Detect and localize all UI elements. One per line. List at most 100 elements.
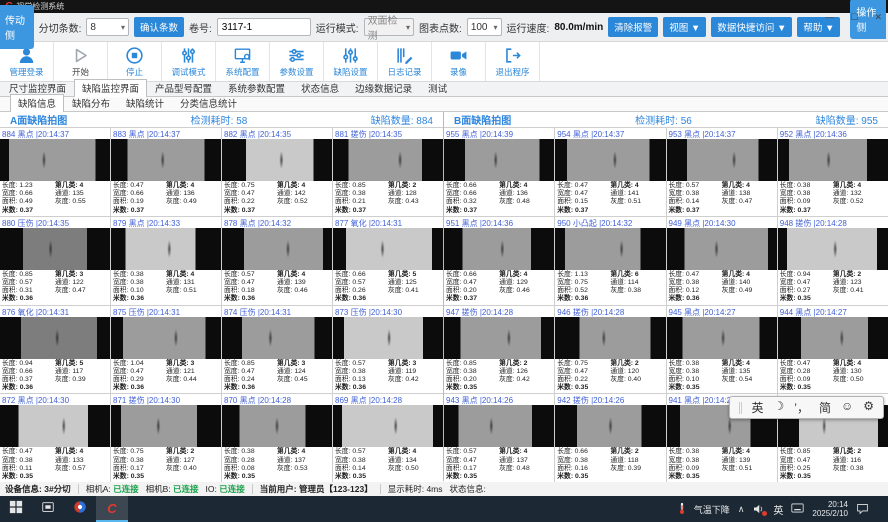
ime-item-2[interactable]: ’， [794,399,809,416]
ime-language-indicator[interactable]: 英 [773,502,783,517]
defect-cell[interactable]: 873 压伤 |20:14:30 长度: 0.57 宽度: 0.38 面积: 0… [333,306,443,394]
defect-thumbnail[interactable] [0,317,110,359]
data-quick-access-menu-button[interactable]: 数据快捷访问 ▼ [711,17,792,37]
defect-thumbnail[interactable] [111,405,221,447]
system-config-button[interactable]: 系统配置 [216,42,270,81]
ime-drag-handle[interactable] [739,402,742,414]
taskbar-clock[interactable]: 20:14 2025/2/10 [812,500,848,518]
main-tab-4[interactable]: 状态信息 [293,79,347,96]
task-view-button[interactable] [32,496,64,522]
defect-cell[interactable]: 950 小凸起 |20:14:32 长度: 1.13 宽度: 0.75 面积: … [555,217,665,305]
pinned-app-button[interactable] [64,496,96,522]
defect-cell[interactable]: 876 氧化 |20:14:31 长度: 0.94 宽度: 0.66 面积: 0… [0,306,110,394]
maximize-button[interactable]: ☐ [850,13,858,22]
volume-icon[interactable] [752,503,765,515]
defect-thumbnail[interactable] [555,139,665,181]
defect-cell[interactable]: 954 黑点 |20:14:37 长度: 0.47 宽度: 0.47 面积: 0… [555,128,665,216]
ime-item-3[interactable]: 简 [819,399,831,416]
weather-text[interactable]: 气温下降 [694,503,730,516]
start-button[interactable]: 开始 [54,42,108,81]
clear-alarm-button[interactable]: 清除报警 [608,17,658,37]
roll-number-input[interactable] [217,18,311,36]
defect-thumbnail[interactable] [222,317,332,359]
defect-cell[interactable]: 879 黑点 |20:14:33 长度: 0.38 宽度: 0.38 面积: 0… [111,217,221,305]
defect-thumbnail[interactable] [0,139,110,181]
defect-thumbnail[interactable] [222,405,332,447]
param-settings-button[interactable]: 参数设置 [270,42,324,81]
defect-cell[interactable]: 943 黑点 |20:14:26 长度: 0.57 宽度: 0.47 面积: 0… [444,394,554,482]
defect-thumbnail[interactable] [555,228,665,270]
defect-cell[interactable]: 881 搓伤 |20:14:35 长度: 0.85 宽度: 0.38 面积: 0… [333,128,443,216]
chart-points-select[interactable]: 100 [467,18,502,36]
sub-tab-0[interactable]: 缺陷信息 [10,94,64,112]
slit-count-select[interactable]: 8 [86,18,129,36]
defect-cell[interactable]: 949 黑点 |20:14:30 长度: 0.47 宽度: 0.38 面积: 0… [667,217,777,305]
ime-toolbar[interactable]: 英 ☽ ’， 简 ☺ ⚙ [729,396,885,419]
defect-thumbnail[interactable] [222,228,332,270]
defect-cell[interactable]: 951 黑点 |20:14:36 长度: 0.66 宽度: 0.47 面积: 0… [444,217,554,305]
run-mode-select[interactable]: 双面检测 [364,18,414,36]
defect-thumbnail[interactable] [667,139,777,181]
defect-thumbnail[interactable] [0,228,110,270]
defect-thumbnail[interactable] [444,317,554,359]
defect-thumbnail[interactable] [778,228,888,270]
minimize-button[interactable]: — [825,13,834,22]
tray-expand-chevron-icon[interactable]: ∧ [738,504,745,515]
defect-cell[interactable]: 882 黑点 |20:14:35 长度: 0.75 宽度: 0.47 面积: 0… [222,128,332,216]
exit-program-button[interactable]: 退出程序 [486,42,540,81]
defect-thumbnail[interactable] [333,228,443,270]
defect-thumbnail[interactable] [555,317,665,359]
defect-cell[interactable]: 955 黑点 |20:14:39 长度: 0.66 宽度: 0.66 面积: 0… [444,128,554,216]
ime-item-4[interactable]: ☺ [841,399,853,416]
defect-cell[interactable]: 952 黑点 |20:14:36 长度: 0.38 宽度: 0.38 面积: 0… [778,128,888,216]
defect-thumbnail[interactable] [222,139,332,181]
close-button[interactable]: ✕ [874,13,882,22]
view-menu-button[interactable]: 视图 ▼ [663,17,706,37]
defect-thumbnail[interactable] [778,139,888,181]
defect-thumbnail[interactable] [555,405,665,447]
defect-thumbnail[interactable] [333,317,443,359]
vision-app-button[interactable]: C [96,496,128,522]
defect-settings-button[interactable]: 缺陷设置 [324,42,378,81]
defect-thumbnail[interactable] [667,317,777,359]
notification-center-icon[interactable] [856,502,869,517]
defect-cell[interactable]: 883 黑点 |20:14:37 长度: 0.47 宽度: 0.66 面积: 0… [111,128,221,216]
defect-cell[interactable]: 869 黑点 |20:14:28 长度: 0.57 宽度: 0.38 面积: 0… [333,394,443,482]
defect-thumbnail[interactable] [333,405,443,447]
defect-cell[interactable]: 875 压伤 |20:14:31 长度: 1.04 宽度: 0.47 面积: 0… [111,306,221,394]
ime-item-1[interactable]: ☽ [774,399,785,416]
defect-cell[interactable]: 948 搓伤 |20:14:28 长度: 0.94 宽度: 0.47 面积: 0… [778,217,888,305]
defect-thumbnail[interactable] [667,228,777,270]
sub-tab-3[interactable]: 分类信息统计 [172,94,245,111]
ime-item-5[interactable]: ⚙ [863,399,874,416]
defect-thumbnail[interactable] [111,228,221,270]
defect-thumbnail[interactable] [444,139,554,181]
drive-side-button[interactable]: 传动侧 [0,5,34,49]
defect-cell[interactable]: 946 搓伤 |20:14:28 长度: 0.75 宽度: 0.47 面积: 0… [555,306,665,394]
keyboard-icon[interactable] [791,503,804,515]
defect-thumbnail[interactable] [0,405,110,447]
log-record-button[interactable]: 日志记录 [378,42,432,81]
ime-item-0[interactable]: 英 [752,399,764,416]
defect-cell[interactable]: 942 搓伤 |20:14:26 长度: 0.66 宽度: 0.38 面积: 0… [555,394,665,482]
confirm-count-button[interactable]: 确认条数 [134,17,184,37]
main-tab-5[interactable]: 边缘数据记录 [347,79,420,96]
defect-cell[interactable]: 945 黑点 |20:14:27 长度: 0.38 宽度: 0.38 面积: 0… [667,306,777,394]
defect-thumbnail[interactable] [111,139,221,181]
stop-button[interactable]: 停止 [108,42,162,81]
defect-cell[interactable]: 878 黑点 |20:14:32 长度: 0.57 宽度: 0.47 面积: 0… [222,217,332,305]
defect-thumbnail[interactable] [111,317,221,359]
defect-thumbnail[interactable] [778,317,888,359]
video-record-button[interactable]: 录像 [432,42,486,81]
defect-cell[interactable]: 953 黑点 |20:14:37 长度: 0.57 宽度: 0.38 面积: 0… [667,128,777,216]
main-tab-6[interactable]: 测试 [420,79,455,96]
defect-cell[interactable]: 880 压伤 |20:14:35 长度: 0.85 宽度: 0.57 面积: 0… [0,217,110,305]
defect-cell[interactable]: 874 压伤 |20:14:31 长度: 0.85 宽度: 0.47 面积: 0… [222,306,332,394]
defect-cell[interactable]: 884 黑点 |20:14:37 长度: 1.23 宽度: 0.66 面积: 0… [0,128,110,216]
defect-thumbnail[interactable] [444,228,554,270]
defect-cell[interactable]: 872 黑点 |20:14:30 长度: 0.47 宽度: 0.38 面积: 0… [0,394,110,482]
start-button[interactable] [0,496,32,522]
defect-cell[interactable]: 871 搓伤 |20:14:30 长度: 0.75 宽度: 0.38 面积: 0… [111,394,221,482]
defect-cell[interactable]: 947 搓伤 |20:14:28 长度: 0.85 宽度: 0.38 面积: 0… [444,306,554,394]
defect-cell[interactable]: 944 黑点 |20:14:27 长度: 0.47 宽度: 0.28 面积: 0… [778,306,888,394]
